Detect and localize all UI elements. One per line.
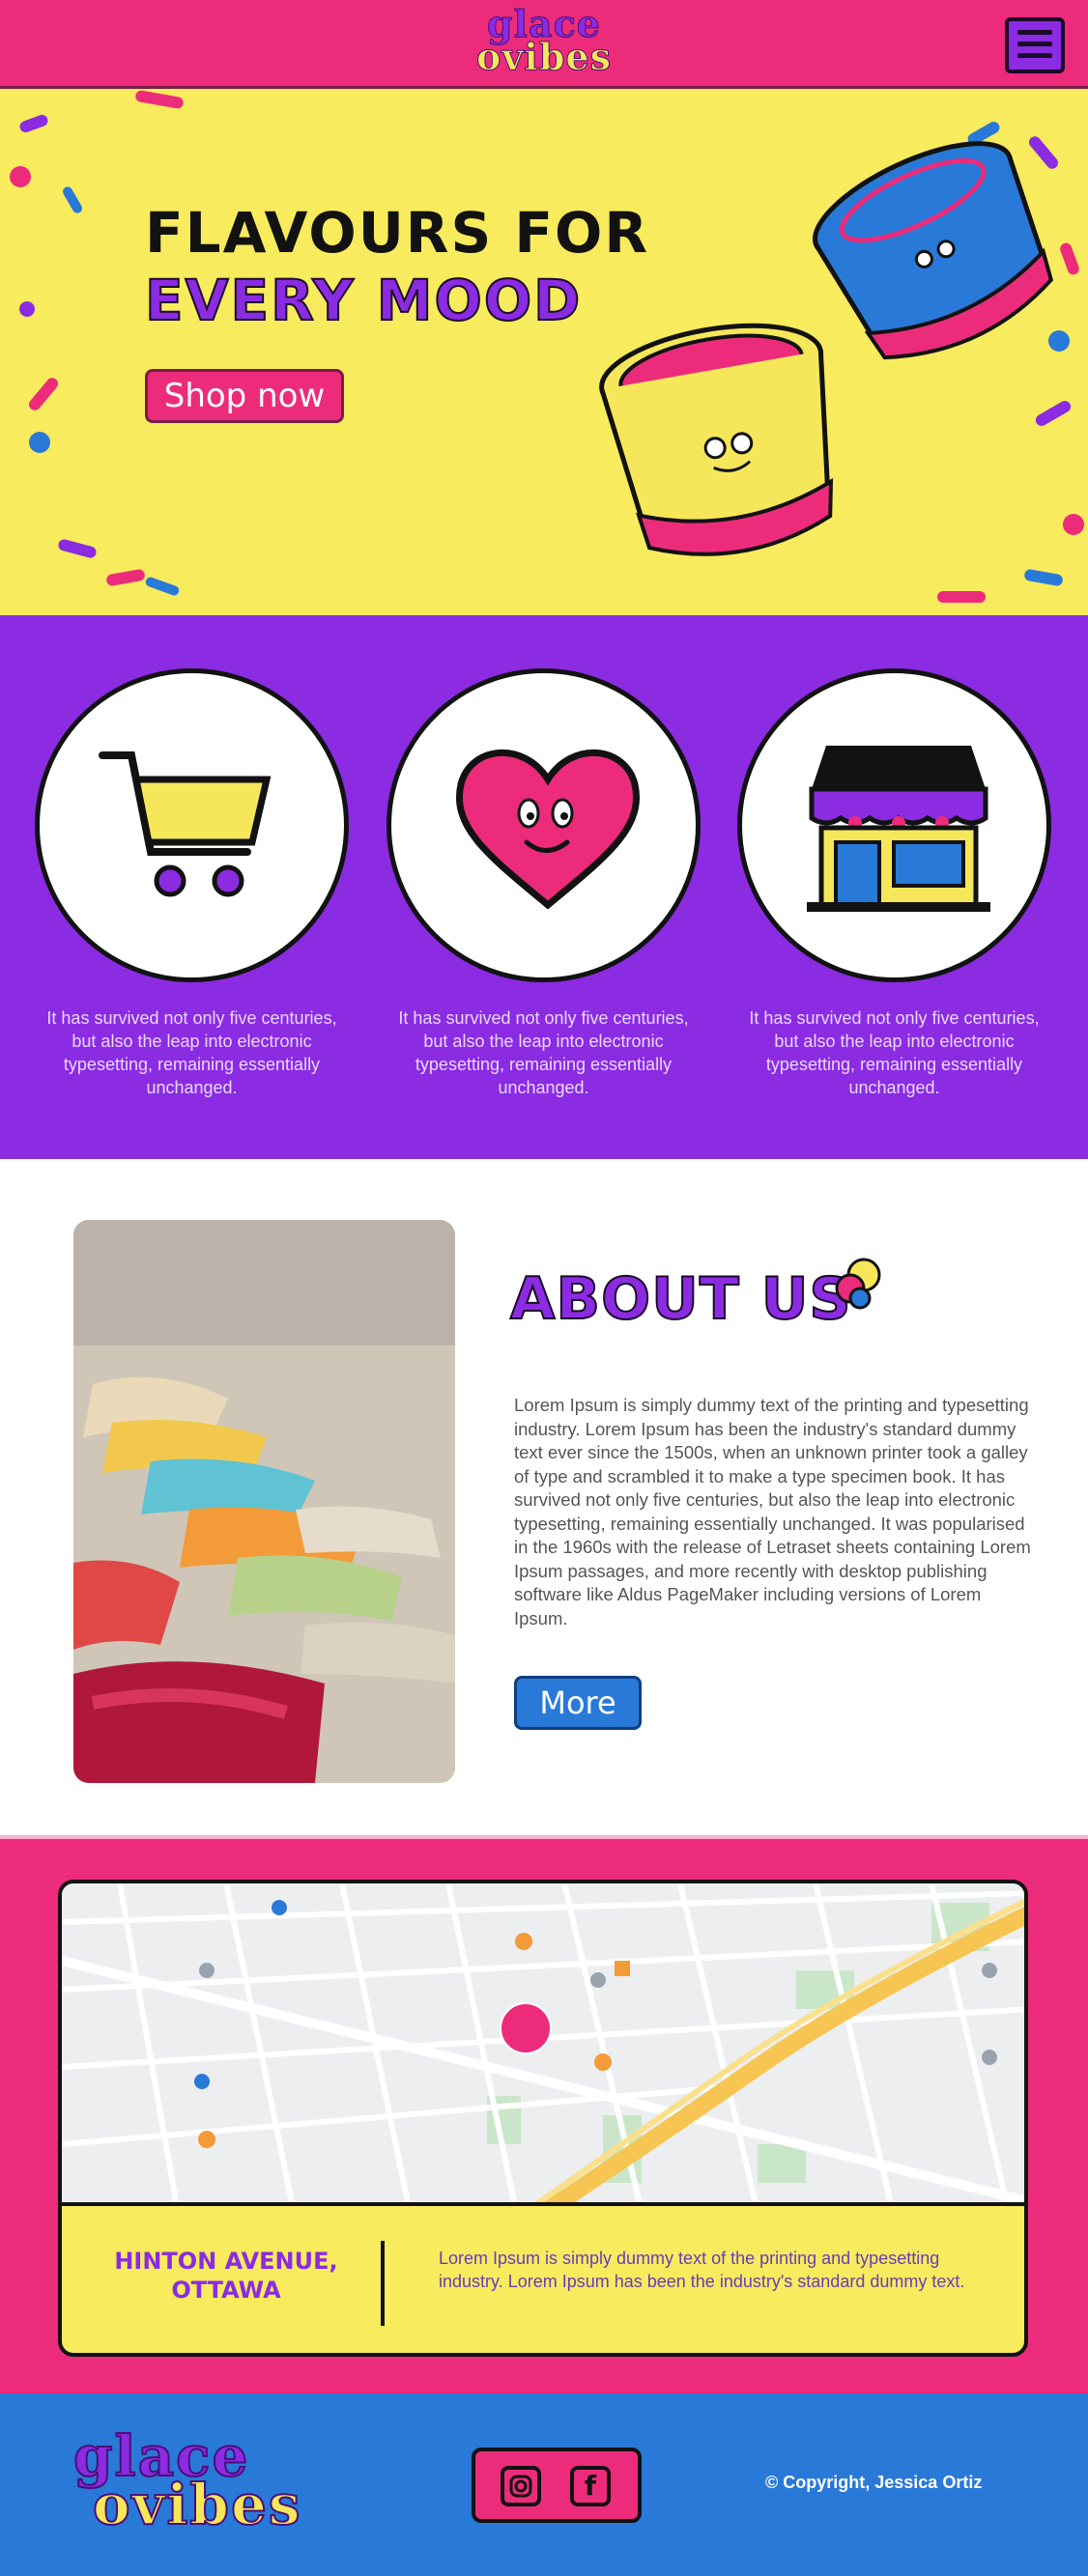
sprinkle-decoration xyxy=(19,301,35,317)
feature-text: It has survived not only five centuries,… xyxy=(46,1008,337,1097)
facebook-icon[interactable]: f xyxy=(570,2466,611,2506)
about-text: Lorem Ipsum is simply dummy text of the … xyxy=(514,1395,1031,1628)
address-card: HINTON AVENUE, OTTAWA Lorem Ipsum is sim… xyxy=(58,2202,1028,2357)
about-title: ABOUT US xyxy=(509,1264,852,1334)
sprinkle-decoration xyxy=(17,113,50,134)
sprinkle-decoration xyxy=(26,375,61,413)
address-line2: OTTAWA xyxy=(171,2277,281,2304)
social-links: f xyxy=(472,2448,642,2523)
location-section: HINTON AVENUE, OTTAWA Lorem Ipsum is sim… xyxy=(0,1835,1088,2393)
hamburger-menu-button[interactable] xyxy=(1005,17,1065,73)
feature-circle-store xyxy=(737,668,1051,982)
address-line1: HINTON AVENUE, xyxy=(114,2248,338,2275)
site-footer: glace ovibes f © Copyright, Jessica Orti… xyxy=(0,2393,1088,2576)
feature-circle-heart xyxy=(387,668,701,982)
heart-face-icon xyxy=(456,750,640,910)
sprinkle-decoration xyxy=(57,538,98,559)
feature-text: It has survived not only five centuries,… xyxy=(749,1008,1040,1097)
shop-now-button[interactable]: Shop now xyxy=(145,369,344,423)
sprinkle-decoration xyxy=(134,89,185,110)
hero-title-line2: EVERY MOOD xyxy=(144,267,583,334)
site-header: glace ovibes xyxy=(0,0,1088,89)
copyright-text: © Copyright, Jessica Ortiz xyxy=(765,2473,983,2492)
location-map[interactable] xyxy=(58,1880,1028,2208)
about-section: ABOUT US Lorem Ipsum is simply dummy tex… xyxy=(0,1159,1088,1835)
sprinkle-decoration xyxy=(61,184,84,215)
sprinkle-decoration xyxy=(1063,514,1084,535)
menu-bar-icon xyxy=(1017,30,1052,35)
storefront-icon xyxy=(807,746,990,912)
more-button[interactable]: More xyxy=(514,1676,642,1730)
sprinkle-decoration xyxy=(29,432,50,453)
ice-cream-cone-icon xyxy=(835,1258,881,1310)
footer-logo-line2: ovibes xyxy=(92,2472,302,2537)
menu-bar-icon xyxy=(1017,42,1052,46)
sprinkle-decoration xyxy=(1058,241,1081,277)
shopping-cart-icon xyxy=(99,751,272,897)
logo[interactable]: glace ovibes xyxy=(462,5,626,81)
ice-cream-tubs-image xyxy=(599,141,1053,556)
menu-bar-icon xyxy=(1017,53,1052,58)
sprinkle-decoration xyxy=(144,576,181,597)
divider xyxy=(381,2241,385,2326)
logo-line2: ovibes xyxy=(475,35,612,78)
sprinkle-decoration xyxy=(10,166,31,187)
address: HINTON AVENUE, OTTAWA xyxy=(100,2247,352,2305)
instagram-icon[interactable] xyxy=(501,2466,541,2506)
features-section: It has survived not only five centuries,… xyxy=(0,615,1088,1159)
feature-circle-cart xyxy=(35,668,349,982)
hero-banner: FLAVOURS FOR EVERY MOOD Shop now xyxy=(0,89,1088,615)
address-description: Lorem Ipsum is simply dummy text of the … xyxy=(439,2249,965,2291)
footer-logo[interactable]: glace ovibes xyxy=(72,2427,354,2537)
gelato-display-photo xyxy=(73,1220,455,1783)
feature-text: It has survived not only five centuries,… xyxy=(398,1008,689,1097)
sprinkle-decoration xyxy=(105,568,146,587)
